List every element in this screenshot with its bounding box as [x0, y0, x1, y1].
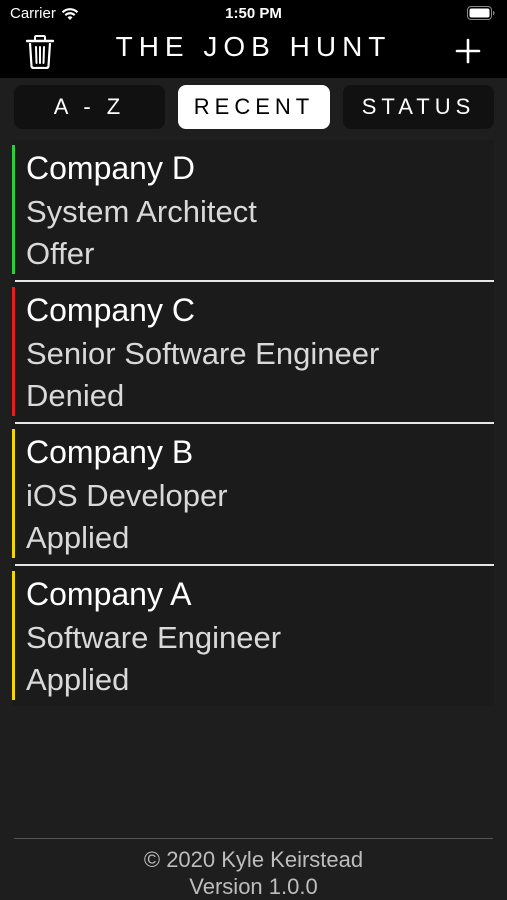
sort-tab-recent[interactable]: RECENT [178, 85, 330, 129]
job-row[interactable]: Company A Software Engineer Applied [12, 566, 494, 706]
status-bar: Carrier 1:50 PM [0, 0, 507, 28]
app-title: THE JOB HUNT [115, 31, 392, 62]
sort-segmented-control: A - Z RECENT STATUS [14, 85, 494, 129]
battery-icon [467, 6, 495, 20]
job-row[interactable]: Company C Senior Software Engineer Denie… [12, 282, 494, 424]
application-status: Applied [26, 662, 130, 697]
header-area: Carrier 1:50 PM THE JOB HUNT [0, 0, 507, 78]
company-name: Company C [26, 292, 195, 328]
status-color-stripe [12, 429, 15, 558]
navigation-bar: THE JOB HUNT [0, 28, 507, 78]
status-color-stripe [12, 571, 15, 700]
version-text: Version 1.0.0 [189, 874, 318, 899]
company-name: Company A [26, 576, 192, 612]
job-list: Company D System Architect Offer Company… [12, 140, 494, 708]
footer-divider [14, 838, 493, 839]
sort-tab-alphabetical[interactable]: A - Z [14, 85, 165, 129]
application-status: Applied [26, 520, 130, 555]
status-color-stripe [12, 287, 15, 416]
application-status: Denied [26, 378, 125, 413]
plus-icon[interactable] [455, 38, 481, 64]
job-position: System Architect [26, 194, 257, 229]
copyright-text: © 2020 Kyle Keirstead [143, 847, 364, 872]
clock: 1:50 PM [225, 5, 282, 22]
job-row[interactable]: Company B iOS Developer Applied [12, 424, 494, 566]
job-position: iOS Developer [26, 478, 228, 513]
job-position: Senior Software Engineer [26, 336, 380, 371]
job-row[interactable]: Company D System Architect Offer [12, 140, 494, 282]
status-color-stripe [12, 145, 15, 274]
application-status: Offer [26, 236, 95, 271]
company-name: Company B [26, 434, 194, 470]
sort-tab-status[interactable]: STATUS [343, 85, 494, 129]
company-name: Company D [26, 150, 195, 186]
footer: © 2020 Kyle Keirstead Version 1.0.0 [0, 846, 507, 900]
job-position: Software Engineer [26, 620, 282, 655]
